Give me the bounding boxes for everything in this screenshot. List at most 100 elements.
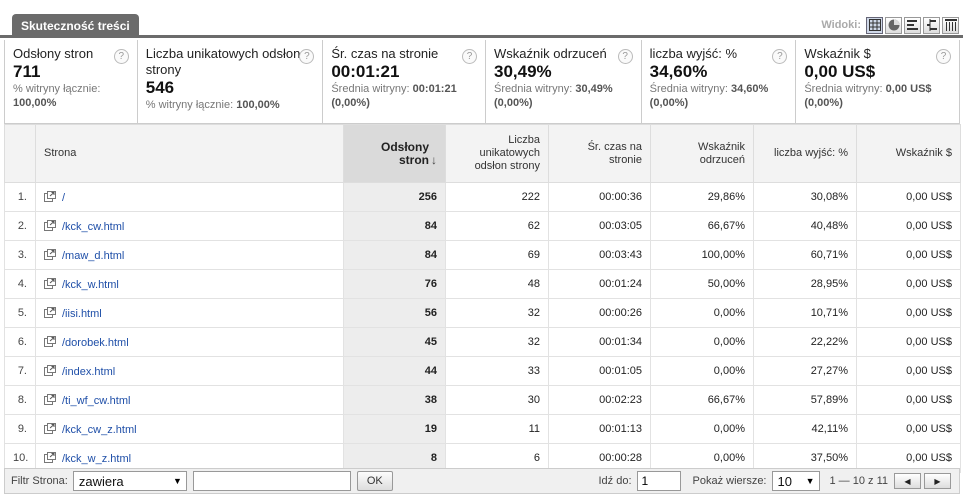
metric-title: liczba wyjść: %	[649, 46, 738, 61]
open-external-icon[interactable]	[44, 219, 56, 231]
header-pageviews-label: Odsłony stron	[380, 139, 429, 167]
metric-sub-value: 100,00%	[13, 97, 57, 109]
table-row: 5. /iisi.html 56 32 00:00:26 0,00% 10,71% 0,00 …	[4, 298, 961, 328]
comparison-view-icon[interactable]	[923, 16, 940, 34]
page-link[interactable]: /kck_cw_z.html	[62, 424, 137, 436]
row-avg-time: 00:00:26	[548, 298, 651, 328]
page-link[interactable]: /kck_cw.html	[62, 221, 124, 233]
metric-title: Liczba unikatowych odsłon strony	[145, 46, 301, 77]
table-footer: Filtr Strona: zawiera ▼ OK Idź do: Pokaż…	[4, 468, 960, 494]
page-link[interactable]: /dorobek.html	[62, 337, 129, 349]
filter-mode-select[interactable]: zawiera ▼	[72, 471, 187, 491]
header-bounce-rate[interactable]: Wskaźnik odrzuceń	[650, 124, 754, 183]
row-exit-rate: 22,22%	[753, 327, 857, 357]
row-index: 9.	[4, 414, 36, 444]
filter-ok-button[interactable]: OK	[356, 471, 393, 491]
metric-sub-value: 34,60%	[731, 83, 769, 95]
help-icon[interactable]: ?	[462, 49, 477, 64]
row-page-value: 0,00 US$	[856, 385, 961, 415]
table-view-icon[interactable]	[866, 16, 883, 34]
header-page-value[interactable]: Wskaźnik $	[856, 124, 961, 183]
metric-sub-value: 100,00%	[236, 99, 280, 111]
pie-view-icon[interactable]	[885, 16, 902, 34]
metrics-summary: Odsłony stron 711 % witryny łącznie: 100,…	[4, 40, 960, 124]
help-icon[interactable]: ?	[936, 49, 951, 64]
metric-sub-value: 00:01:21	[412, 83, 457, 95]
table-row: 3. /maw_d.html 84 69 00:03:43 100,00% 60,71% 0,…	[4, 240, 961, 270]
open-external-icon[interactable]	[44, 364, 56, 376]
rows-per-page-value: 10	[777, 473, 792, 489]
page-link[interactable]: /kck_w.html	[62, 279, 119, 291]
metric-sub-label: Średnia witryny:	[804, 83, 883, 95]
metric-title: Śr. czas na stronie	[331, 46, 439, 61]
header-avg-time[interactable]: Śr. czas na stronie	[548, 124, 651, 183]
page-link[interactable]: /iisi.html	[62, 308, 102, 320]
filter-mode-value: zawiera	[78, 473, 124, 489]
metric-title: Wskaźnik $	[804, 46, 871, 61]
open-external-icon[interactable]	[44, 422, 56, 434]
row-unique-pageviews: 30	[445, 385, 549, 415]
row-index: 6.	[4, 327, 36, 357]
row-bounce-rate: 66,67%	[650, 211, 754, 241]
row-unique-pageviews: 33	[445, 356, 549, 386]
previous-page-button[interactable]: ◀	[894, 473, 921, 489]
row-page-value: 0,00 US$	[856, 327, 961, 357]
performance-view-icon[interactable]	[904, 16, 921, 34]
header-pageviews[interactable]: Odsłony stron ↓	[343, 124, 446, 183]
metric-sub-label: Średnia witryny:	[494, 83, 573, 95]
row-unique-pageviews: 48	[445, 269, 549, 299]
metric-page-value: Wskaźnik $ 0,00 US$ Średnia witryny: 0,0…	[796, 40, 959, 123]
row-pageviews: 84	[343, 240, 446, 270]
help-icon[interactable]: ?	[617, 49, 633, 64]
goto-page-input[interactable]	[636, 471, 681, 491]
rows-per-page-select[interactable]: 10 ▼	[771, 471, 820, 491]
row-exit-rate: 60,71%	[753, 240, 857, 270]
sort-descending-icon: ↓	[431, 152, 437, 167]
row-page-value: 0,00 US$	[856, 269, 961, 299]
report-tab-title[interactable]: Skuteczność treści	[12, 14, 139, 38]
filter-input[interactable]	[192, 471, 351, 491]
metric-bounce-rate: Wskaźnik odrzuceń 30,49% Średnia witryny…	[486, 40, 642, 123]
row-page-value: 0,00 US$	[856, 182, 961, 212]
open-external-icon[interactable]	[44, 335, 56, 347]
header-exit-rate[interactable]: liczba wyjść: %	[753, 124, 857, 183]
metric-unique-pageviews: Liczba unikatowych odsłon strony 546 % w…	[138, 40, 324, 123]
row-pageviews: 76	[343, 269, 446, 299]
report-header: Skuteczność treści Widoki:	[0, 0, 963, 38]
page-link[interactable]: /maw_d.html	[62, 250, 124, 262]
open-external-icon[interactable]	[44, 451, 56, 463]
open-external-icon[interactable]	[44, 306, 56, 318]
metric-pageviews: Odsłony stron 711 % witryny łącznie: 100,…	[5, 40, 138, 123]
row-bounce-rate: 0,00%	[650, 356, 754, 386]
page-link[interactable]: /ti_wf_cw.html	[62, 395, 130, 407]
row-exit-rate: 28,95%	[753, 269, 857, 299]
table-row: 1. / 256 222 00:00:36 29,86% 30,08% 0,00 US$	[4, 182, 961, 212]
pivot-view-icon[interactable]	[942, 16, 959, 34]
row-pageviews: 44	[343, 356, 446, 386]
metric-sub-change: (0,00%)	[649, 97, 689, 109]
row-exit-rate: 57,89%	[753, 385, 857, 415]
help-icon[interactable]: ?	[113, 49, 129, 64]
header-unique-pageviews[interactable]: Liczba unikatowych odsłon strony	[445, 124, 549, 183]
header-page[interactable]: Strona	[35, 124, 344, 183]
page-link[interactable]: /kck_w_z.html	[62, 453, 131, 465]
table-row: 2. /kck_cw.html 84 62 00:03:05 66,67% 40,48% 0,…	[4, 211, 961, 241]
row-page: /	[35, 182, 344, 212]
page-link[interactable]: /	[62, 192, 65, 204]
next-page-button[interactable]: ▶	[924, 473, 951, 489]
row-pageviews: 256	[343, 182, 446, 212]
row-unique-pageviews: 32	[445, 298, 549, 328]
open-external-icon[interactable]	[44, 277, 56, 289]
metric-title: Odsłony stron	[13, 46, 94, 61]
open-external-icon[interactable]	[44, 393, 56, 405]
metric-value: 0,00 US$	[804, 62, 876, 81]
row-bounce-rate: 29,86%	[650, 182, 754, 212]
content-table: Strona Odsłony stron ↓ Liczba unikatowych…	[4, 124, 961, 473]
row-pageviews: 38	[343, 385, 446, 415]
open-external-icon[interactable]	[44, 248, 56, 260]
row-exit-rate: 40,48%	[753, 211, 857, 241]
page-link[interactable]: /index.html	[62, 366, 115, 378]
row-unique-pageviews: 69	[445, 240, 549, 270]
help-icon[interactable]: ?	[299, 49, 315, 64]
open-external-icon[interactable]	[44, 190, 56, 202]
